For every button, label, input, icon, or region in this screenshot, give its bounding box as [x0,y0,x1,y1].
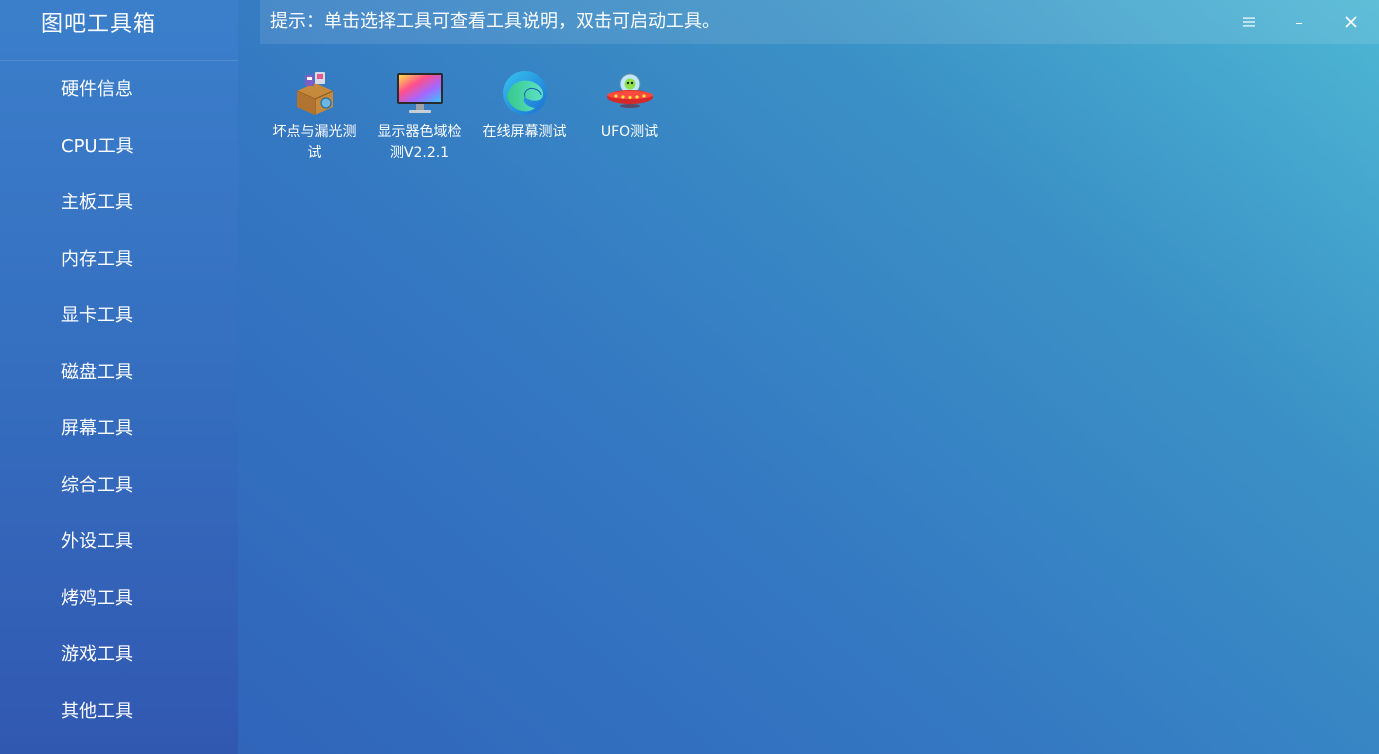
tile-label: 在线屏幕测试 [482,124,567,140]
sidebar-item-disk-tools[interactable]: 磁盘工具 [0,343,238,400]
sidebar-item-label: 烤鸡工具 [61,587,133,609]
brand: 图吧工具箱 [0,0,238,44]
edge-browser-icon [502,71,547,115]
box-tools-icon [296,72,333,115]
app-window: 图吧工具箱 硬件信息 CPU工具 主板工具 内存工具 显卡工具 磁盘工具 屏幕工… [0,0,1379,754]
tile-label: UFO测试 [600,124,659,140]
close-icon [1345,16,1357,28]
sidebar-item-label: 内存工具 [61,248,133,270]
sidebar-item-label: 外设工具 [61,531,133,553]
sidebar-item-label: 硬件信息 [61,79,133,101]
tool-tile-monitor-gamut[interactable]: 显示器色域检测V2.2.1 [367,66,472,164]
sidebar-item-label: 主板工具 [61,192,133,214]
tile-label: 显示器色域检测V2.2.1 [377,124,462,161]
sidebar-item-stress-tools[interactable]: 烤鸡工具 [0,569,238,626]
tool-tile-online-screen-test[interactable]: 在线屏幕测试 [472,66,577,164]
sidebar: 图吧工具箱 硬件信息 CPU工具 主板工具 内存工具 显卡工具 磁盘工具 屏幕工… [0,0,238,754]
tool-tile-dead-pixel-test[interactable]: 坏点与漏光测试 [262,66,367,164]
sidebar-item-hardware-info[interactable]: 硬件信息 [0,60,238,117]
tile-icon-wrap [288,66,342,120]
sidebar-item-screen-tools[interactable]: 屏幕工具 [0,399,238,456]
tile-icon-wrap [498,66,552,120]
sidebar-item-cpu-tools[interactable]: CPU工具 [0,117,238,174]
close-button[interactable] [1331,0,1371,44]
minimize-icon [1296,23,1302,24]
tile-icon-wrap [393,66,447,120]
sidebar-item-game-tools[interactable]: 游戏工具 [0,625,238,682]
sidebar-item-label: 游戏工具 [61,644,133,666]
hint-text: 提示：单击选择工具可查看工具说明，双击可启动工具。 [270,11,720,32]
tile-icon-wrap [603,66,657,120]
sidebar-item-general-tools[interactable]: 综合工具 [0,456,238,513]
tool-tile-ufo-test[interactable]: UFO测试 [577,66,682,164]
sidebar-item-label: 显卡工具 [61,305,133,327]
sidebar-item-label: 屏幕工具 [61,418,133,440]
sidebar-item-label: 磁盘工具 [61,361,133,383]
app-title: 图吧工具箱 [41,12,157,37]
sidebar-item-motherboard-tools[interactable]: 主板工具 [0,173,238,230]
sidebar-nav: 硬件信息 CPU工具 主板工具 内存工具 显卡工具 磁盘工具 屏幕工具 综合工具… [0,60,238,738]
sidebar-item-label: CPU工具 [61,135,134,157]
sidebar-item-gpu-tools[interactable]: 显卡工具 [0,286,238,343]
sidebar-item-label: 其他工具 [61,700,133,722]
tool-grid: 坏点与漏光测试 显示器色域检测V2.2.1 在线屏幕测试 UFO测试 [262,66,682,164]
sidebar-item-label: 综合工具 [61,474,133,496]
monitor-color-icon [396,73,443,113]
sidebar-item-memory-tools[interactable]: 内存工具 [0,230,238,287]
tile-label: 坏点与漏光测试 [272,124,357,161]
ufo-icon [606,73,653,108]
hamburger-menu-icon [1243,17,1255,27]
sidebar-item-peripheral-tools[interactable]: 外设工具 [0,512,238,569]
title-bar: 提示：单击选择工具可查看工具说明，双击可启动工具。 [260,0,1379,44]
minimize-button[interactable] [1279,0,1319,44]
sidebar-item-other-tools[interactable]: 其他工具 [0,682,238,739]
menu-button[interactable] [1229,0,1269,44]
